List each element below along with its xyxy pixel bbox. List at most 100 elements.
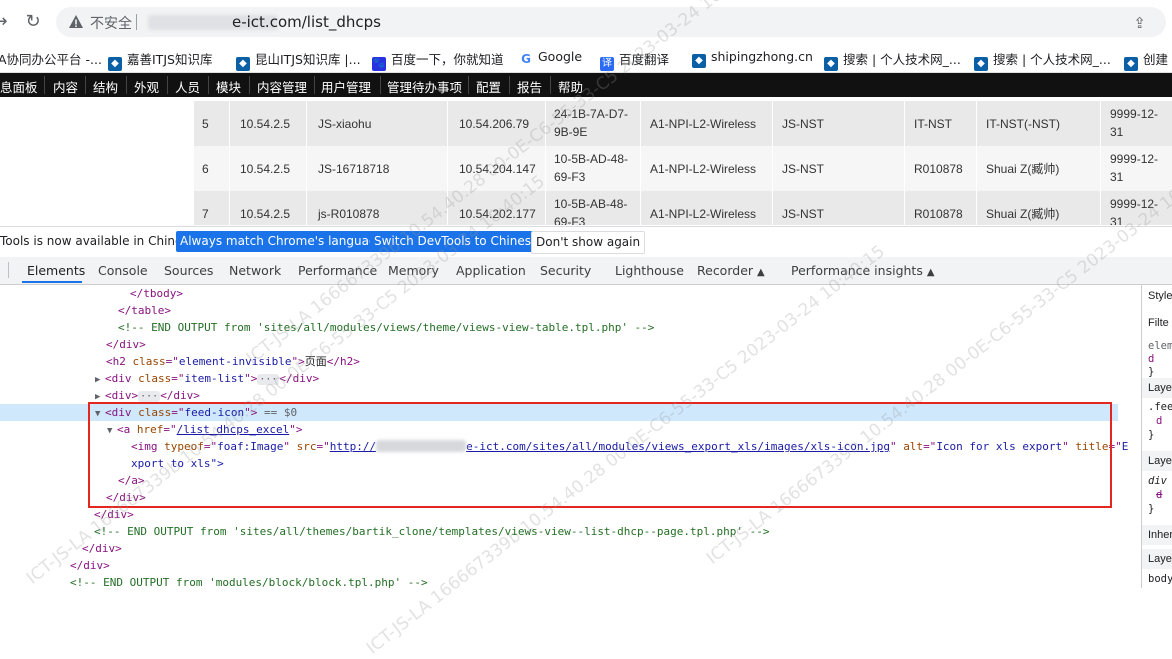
bookmark-item[interactable]: G Google	[519, 49, 582, 66]
drupal-icon: ◆	[824, 57, 838, 71]
src-link[interactable]: e-ict.com/sites/all/modules/views_export…	[466, 440, 890, 453]
collapse-triangle-icon[interactable]: ▼	[107, 423, 117, 440]
always-match-language-button[interactable]: Always match Chrome's language	[176, 231, 388, 252]
divider	[550, 76, 551, 94]
menu-item[interactable]: 人员	[175, 77, 200, 96]
dom-node[interactable]: <h2 class="element-invisible">页面</h2>	[106, 353, 360, 370]
cell-ip: 10.54.204.147	[459, 162, 536, 176]
tab-sources[interactable]: Sources	[164, 263, 213, 278]
ellipsis-icon[interactable]: ···	[257, 374, 280, 385]
bookmark-item[interactable]: ◆ 创建	[1124, 49, 1168, 71]
style-rule: body	[1148, 573, 1172, 585]
menu-item[interactable]: 内容	[53, 77, 78, 96]
filter-input[interactable]: Filte	[1148, 317, 1169, 329]
menu-item[interactable]: 外观	[134, 77, 159, 96]
cell-num: 7	[202, 207, 209, 221]
bookmark-item[interactable]: 🐾 百度一下，你就知道	[372, 49, 504, 71]
tab-network[interactable]: Network	[229, 263, 281, 278]
cell-name: JS-xiaohu	[318, 117, 372, 131]
cell-mac: 69-F3	[554, 215, 586, 225]
insecure-label[interactable]: 不安全	[90, 13, 132, 33]
layer-header: Layer	[1142, 378, 1172, 398]
dom-node[interactable]: </div>	[82, 540, 122, 557]
cell-ip: 10.54.206.79	[459, 117, 530, 131]
dom-node[interactable]: ▶ <div> ··· </div>	[95, 387, 200, 404]
dom-node[interactable]: </div>	[70, 557, 110, 574]
menu-item[interactable]: 配置	[476, 77, 501, 96]
dom-node[interactable]: </table>	[118, 302, 171, 319]
url-text[interactable]: e-ict.com/list_dhcps	[232, 13, 381, 31]
tab-security[interactable]: Security	[540, 263, 591, 278]
bookmark-item[interactable]: A协同办公平台 -...	[0, 49, 102, 68]
bookmark-label: 昆山ITJS知识库 |...	[255, 52, 361, 67]
style-rule: }	[1148, 366, 1155, 378]
reload-icon[interactable]: ↻	[19, 8, 47, 36]
tab-performance-insights[interactable]: Performance insights ▲	[791, 263, 935, 278]
dom-node[interactable]: </a>	[118, 472, 145, 489]
menu-item[interactable]: 帮助	[558, 77, 583, 96]
menu-item[interactable]: 管理待办事项	[387, 77, 462, 96]
dom-node[interactable]: </div>	[106, 489, 146, 506]
cell-expiry: 9999-12-	[1110, 197, 1159, 211]
cell-expiry: 31	[1110, 125, 1124, 139]
dom-tag: </table>	[118, 304, 171, 317]
bookmark-item[interactable]: 译百度翻译	[600, 49, 669, 71]
tab-memory[interactable]: Memory	[388, 263, 439, 278]
address-bar[interactable]: 不安全 e-ict.com/list_dhcps ⇪	[56, 7, 1166, 37]
dom-node[interactable]: ▼ <a href="/list_dhcps_excel">	[107, 421, 302, 438]
dom-node[interactable]: <img typeof="foaf:Image" src="http://e-i…	[131, 438, 1128, 455]
cell-policy: A1-NPI-L2-Wireless	[650, 207, 757, 221]
selected-dom-node[interactable]: ▼ <div class="feed-icon"> == $0	[0, 404, 1118, 421]
bookmark-item[interactable]: ◆ 搜索 | 个人技术网_...	[824, 49, 961, 71]
dom-node-continuation[interactable]: xport to xls">	[131, 455, 224, 472]
bookmark-item[interactable]: ◆ 昆山ITJS知识库 |...	[236, 49, 361, 71]
divider	[8, 262, 9, 278]
bookmark-item[interactable]: ◆ 搜索 | 个人技术网_...	[974, 49, 1111, 71]
collapse-triangle-icon[interactable]: ▼	[95, 406, 105, 423]
forward-icon[interactable]: →	[0, 8, 14, 36]
column-divider	[545, 97, 546, 225]
ellipsis-icon[interactable]: ···	[138, 391, 161, 402]
bookmark-item[interactable]: ◆ shipingzhong.cn	[692, 49, 813, 68]
attr-value: element-invisible	[178, 355, 292, 368]
banner-message: Tools is now available in Chinese!	[0, 234, 201, 248]
tab-console[interactable]: Console	[98, 263, 148, 278]
tab-styles[interactable]: Style	[1148, 290, 1172, 302]
share-icon[interactable]: ⇪	[1133, 14, 1146, 32]
menu-item[interactable]: 模块	[216, 77, 241, 96]
flask-icon: ▲	[757, 267, 765, 278]
warning-icon[interactable]	[68, 14, 84, 30]
tab-lighthouse[interactable]: Lighthouse	[615, 263, 684, 278]
tab-recorder[interactable]: Recorder ▲	[697, 263, 765, 278]
dom-comment[interactable]: <!-- END OUTPUT from 'sites/all/modules/…	[118, 319, 654, 336]
tab-label: Recorder	[697, 263, 754, 278]
dom-tag: </div>	[94, 508, 134, 521]
dom-node[interactable]: ▶ <div class="item-list"> ··· </div>	[95, 370, 319, 387]
dom-comment[interactable]: <!-- END OUTPUT from 'sites/all/themes/b…	[94, 523, 770, 540]
src-link[interactable]: http://	[330, 440, 376, 453]
cell-dept: JS-NST	[782, 117, 824, 131]
dom-node[interactable]: </div>	[106, 336, 146, 353]
href-link[interactable]: /list_dhcps_excel	[177, 423, 290, 436]
divider	[126, 76, 127, 94]
bookmark-item[interactable]: ◆ 嘉善ITJS知识库	[108, 49, 212, 71]
dom-node[interactable]: </tbody>	[130, 285, 183, 302]
menu-item[interactable]: 息面板	[0, 77, 38, 96]
bookmark-label: A协同办公平台 -...	[0, 52, 102, 67]
divider	[468, 76, 469, 94]
menu-item[interactable]: 内容管理	[257, 77, 307, 96]
flask-icon: ▲	[926, 267, 935, 278]
tab-application[interactable]: Application	[456, 263, 526, 278]
tab-elements[interactable]: Elements	[27, 263, 85, 278]
dont-show-again-button[interactable]: Don't show again	[531, 231, 646, 254]
dom-comment[interactable]: <!-- END OUTPUT from 'modules/block/bloc…	[70, 574, 428, 588]
menu-item[interactable]: 结构	[93, 77, 118, 96]
tab-performance[interactable]: Performance	[298, 263, 377, 278]
menu-item[interactable]: 报告	[517, 77, 542, 96]
cell-owner: R010878	[914, 162, 963, 176]
menu-item[interactable]: 用户管理	[321, 77, 371, 96]
switch-devtools-chinese-button[interactable]: Switch DevTools to Chinese	[370, 231, 543, 252]
dom-tag: </a>	[118, 474, 145, 487]
dom-node[interactable]: </div>	[94, 506, 134, 523]
style-rule: }	[1148, 503, 1155, 515]
